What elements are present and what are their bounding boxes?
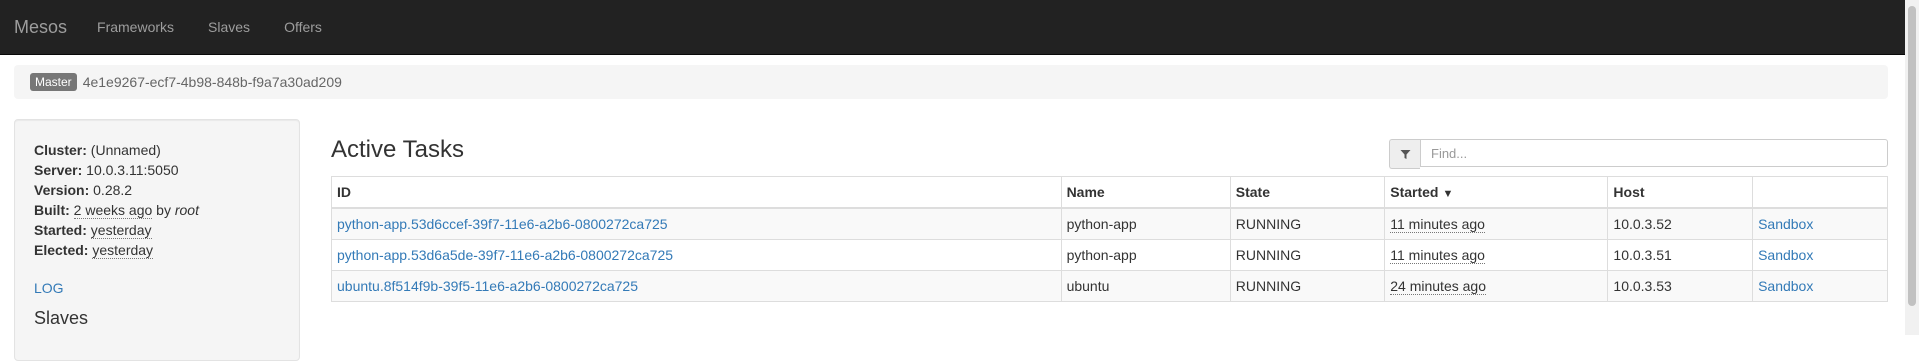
filter-icon: [1389, 139, 1420, 169]
master-badge: Master: [30, 73, 77, 91]
cluster-value: (Unnamed): [90, 142, 161, 158]
filter-icon-glyph: [1400, 149, 1410, 159]
task-host-cell: 10.0.3.52: [1607, 207, 1754, 240]
built-row: Built: 2 weeks ago by root: [34, 200, 199, 220]
server-row: Server: 10.0.3.11:5050: [34, 160, 199, 180]
version-value: 0.28.2: [93, 182, 133, 198]
top-navbar: Mesos Frameworks Slaves Offers: [0, 0, 1905, 55]
task-id-link[interactable]: python-app.53d6a5de-39f7-11e6-a2b6-08002…: [337, 247, 673, 263]
task-name-cell: ubuntu: [1060, 270, 1231, 302]
task-state-cell: RUNNING: [1229, 270, 1386, 302]
task-started: 11 minutes ago: [1390, 247, 1485, 264]
task-sandbox-cell: Sandbox: [1752, 270, 1888, 302]
task-sandbox-cell: Sandbox: [1752, 239, 1888, 271]
version-row: Version: 0.28.2: [34, 180, 199, 200]
nav-offers[interactable]: Offers: [284, 19, 322, 35]
column-header-state[interactable]: State: [1229, 176, 1386, 209]
task-name-cell: python-app: [1060, 239, 1231, 271]
column-header-actions: [1752, 176, 1888, 209]
active-tasks-table: ID Name State Started ▼ Host python-app.5…: [331, 176, 1888, 302]
elected-value: yesterday: [92, 242, 154, 259]
master-id: 4e1e9267-ecf7-4b98-848b-f9a7a30ad209: [82, 74, 342, 90]
column-header-id[interactable]: ID: [331, 176, 1062, 209]
table-row: python-app.53d6ccef-39f7-11e6-a2b6-08002…: [331, 207, 1888, 240]
server-label: Server:: [34, 162, 83, 178]
column-header-host[interactable]: Host: [1607, 176, 1754, 209]
built-by: by: [156, 202, 171, 218]
started-row: Started: yesterday: [34, 220, 199, 240]
nav-frameworks[interactable]: Frameworks: [97, 19, 174, 35]
page-scrollbar[interactable]: [1905, 0, 1919, 335]
cluster-info: Cluster: (Unnamed) Server: 10.0.3.11:505…: [34, 140, 199, 260]
task-started: 24 minutes ago: [1390, 278, 1486, 295]
task-name-cell: python-app: [1060, 207, 1231, 240]
sandbox-link[interactable]: Sandbox: [1758, 216, 1813, 232]
page-title: Active Tasks: [331, 136, 464, 163]
sandbox-link[interactable]: Sandbox: [1758, 247, 1813, 263]
version-label: Version:: [34, 182, 90, 198]
table-row: ubuntu.8f514f9b-39f5-11e6-a2b6-0800272ca…: [331, 270, 1888, 302]
brand-link[interactable]: Mesos: [14, 17, 67, 38]
sandbox-link[interactable]: Sandbox: [1758, 278, 1813, 294]
column-header-started-label: Started: [1390, 184, 1439, 200]
master-breadcrumb: Master 4e1e9267-ecf7-4b98-848b-f9a7a30ad…: [14, 65, 1888, 99]
column-header-started[interactable]: Started ▼: [1384, 176, 1609, 209]
table-row: python-app.53d6a5de-39f7-11e6-a2b6-08002…: [331, 239, 1888, 271]
built-value: 2 weeks ago: [73, 202, 153, 219]
task-host-cell: 10.0.3.53: [1607, 270, 1754, 302]
cluster-row: Cluster: (Unnamed): [34, 140, 199, 160]
column-header-name[interactable]: Name: [1060, 176, 1231, 209]
built-user: root: [174, 202, 199, 218]
filter-input[interactable]: [1420, 139, 1888, 167]
task-host-cell: 10.0.3.51: [1607, 239, 1754, 271]
task-state-cell: RUNNING: [1229, 207, 1386, 240]
task-started-cell: 24 minutes ago: [1384, 270, 1609, 302]
elected-label: Elected:: [34, 242, 89, 258]
cluster-label: Cluster:: [34, 142, 87, 158]
task-sandbox-cell: Sandbox: [1752, 207, 1888, 240]
nav-slaves[interactable]: Slaves: [208, 19, 250, 35]
task-id-link[interactable]: python-app.53d6ccef-39f7-11e6-a2b6-08002…: [337, 216, 668, 232]
sort-desc-icon: ▼: [1442, 188, 1454, 200]
scrollbar-thumb[interactable]: [1908, 6, 1916, 306]
elected-row: Elected: yesterday: [34, 240, 199, 260]
server-value: 10.0.3.11:5050: [86, 162, 179, 178]
task-started-cell: 11 minutes ago: [1384, 239, 1609, 271]
started-value: yesterday: [90, 222, 152, 239]
task-id-cell: python-app.53d6ccef-39f7-11e6-a2b6-08002…: [331, 207, 1062, 240]
task-id-cell: python-app.53d6a5de-39f7-11e6-a2b6-08002…: [331, 239, 1062, 271]
task-started-cell: 11 minutes ago: [1384, 207, 1609, 240]
slaves-heading: Slaves: [34, 308, 89, 328]
task-started: 11 minutes ago: [1390, 216, 1485, 233]
log-link[interactable]: LOG: [34, 280, 64, 296]
table-header-row: ID Name State Started ▼ Host: [331, 176, 1888, 209]
built-label: Built:: [34, 202, 70, 218]
task-id-link[interactable]: ubuntu.8f514f9b-39f5-11e6-a2b6-0800272ca…: [337, 278, 638, 294]
task-id-cell: ubuntu.8f514f9b-39f5-11e6-a2b6-0800272ca…: [331, 270, 1062, 302]
task-state-cell: RUNNING: [1229, 239, 1386, 271]
started-label: Started:: [34, 222, 87, 238]
task-filter: [1389, 139, 1888, 169]
cluster-info-panel: Cluster: (Unnamed) Server: 10.0.3.11:505…: [14, 119, 300, 361]
